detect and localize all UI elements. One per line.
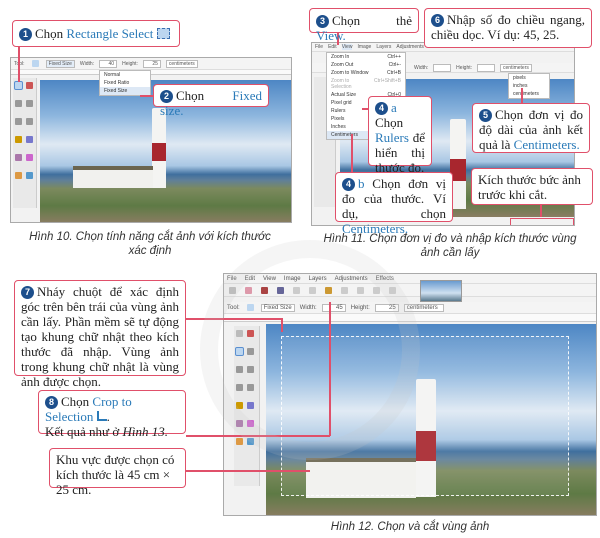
menu-edit[interactable]: Edit bbox=[328, 44, 337, 50]
mode-dropdown[interactable]: Fixed Size bbox=[260, 303, 295, 312]
crop-to-selection-icon[interactable] bbox=[341, 286, 348, 294]
fig10-caption: Hình 10. Chọn tính năng cắt ảnh với kích… bbox=[29, 231, 271, 257]
width-label: Width: bbox=[299, 304, 317, 311]
status-size bbox=[510, 218, 574, 225]
menu-effects[interactable]: Effects bbox=[376, 276, 394, 282]
fig10-screenshot: Tool: Fixed Size Width: 40 Height: 25 ce… bbox=[10, 57, 292, 223]
unit-menu: pixels inches centimeters bbox=[508, 73, 550, 99]
width-input[interactable]: 45 bbox=[321, 303, 346, 312]
callout-6: 6 Nhập số đo chiều ngang, chiều dọc. Ví d… bbox=[424, 8, 592, 48]
callout-4a: 4a Chọn Rulers để hiển thị thước đo. bbox=[368, 96, 432, 175]
fig11-caption: Hình 11. Chọn đơn vị đo và nhập kích thư… bbox=[323, 233, 577, 259]
width-label: Width: bbox=[414, 64, 429, 71]
rectangle-select-icon[interactable] bbox=[246, 304, 254, 311]
height-label: Height: bbox=[456, 64, 473, 71]
menu-item-zoom-window[interactable]: Zoom to Window Ctrl+B bbox=[327, 69, 405, 77]
menu-item-normal[interactable]: Normal bbox=[100, 71, 150, 79]
width-input[interactable] bbox=[433, 63, 452, 72]
tools-panel bbox=[234, 326, 260, 486]
callout-8: 8 Chọn Crop to Selection . Kết quả như ở … bbox=[38, 390, 186, 439]
menu-file[interactable]: File bbox=[227, 276, 237, 282]
width-input[interactable]: 40 bbox=[99, 59, 118, 68]
menu-view[interactable]: View bbox=[341, 44, 353, 50]
height-input[interactable]: 25 bbox=[142, 59, 161, 68]
callout-selected-area: Khu vực được chọn có kích thước là 45 cm… bbox=[49, 448, 186, 497]
unit-dropdown[interactable]: centimeters bbox=[165, 59, 198, 68]
callout-3: 3 Chọn thẻ View. bbox=[309, 8, 419, 43]
menu-image[interactable]: Image bbox=[357, 44, 371, 50]
menu-layers[interactable]: Layers bbox=[376, 44, 391, 50]
menu-adjustments[interactable]: Adjustments bbox=[335, 276, 368, 282]
callout-7: 7 Nháy chuột để xác định góc trên bên trá… bbox=[14, 280, 186, 389]
height-input[interactable]: 25 bbox=[374, 303, 399, 312]
mode-menu: Normal Fixed Ratio Fixed Size bbox=[99, 70, 151, 96]
image-thumbnail[interactable] bbox=[420, 280, 462, 302]
height-label: Height: bbox=[350, 304, 370, 311]
menu-item-fixed-size[interactable]: Fixed Size bbox=[100, 87, 150, 95]
width-label: Width: bbox=[79, 60, 95, 67]
menu-item-fixed-ratio[interactable]: Fixed Ratio bbox=[100, 79, 150, 87]
unit-dropdown[interactable]: centimeters bbox=[403, 303, 444, 312]
crop-to-selection-icon bbox=[96, 411, 107, 421]
fig12-caption: Hình 12. Chọn và cắt vùng ảnh bbox=[330, 521, 490, 533]
unit-dropdown[interactable]: centimeters bbox=[500, 63, 532, 72]
menu-edit[interactable]: Edit bbox=[245, 276, 255, 282]
unit-option[interactable]: pixels bbox=[509, 74, 549, 82]
menu-item-zoom-out[interactable]: Zoom Out Ctrl+- bbox=[327, 61, 405, 69]
tools-panel bbox=[13, 78, 37, 208]
mode-dropdown[interactable]: Fixed Size bbox=[45, 59, 75, 68]
menu-layers[interactable]: Layers bbox=[309, 276, 327, 282]
callout-4b: 4b Chọn đơn vị đo của thước. Ví dụ, chọn… bbox=[335, 172, 453, 236]
unit-option[interactable]: inches bbox=[509, 82, 549, 90]
selection-rectangle[interactable] bbox=[281, 336, 569, 496]
menu-file[interactable]: File bbox=[315, 44, 323, 50]
menu-item-zoom-selection[interactable]: Zoom to Selection Ctrl+Shift+B bbox=[327, 77, 405, 91]
menu-image[interactable]: Image bbox=[284, 276, 301, 282]
callout-1: 1 Chọn Rectangle Select bbox=[12, 20, 180, 47]
menu-view[interactable]: View bbox=[263, 276, 276, 282]
callout-5: 5 Chọn đơn vị đo độ dài của ảnh kết quả l… bbox=[472, 103, 590, 153]
rectangle-select-icon bbox=[156, 28, 170, 39]
fig12-toolbar: Tool: Fixed Size Width: 45 Height: 25 ce… bbox=[224, 302, 596, 314]
lighthouse-photo bbox=[266, 324, 596, 515]
rectangle-select-icon[interactable] bbox=[31, 60, 39, 67]
height-label: Height: bbox=[122, 60, 138, 67]
fig12-menubar: File Edit View Image Layers Adjustments … bbox=[224, 274, 596, 284]
height-input[interactable] bbox=[477, 63, 496, 72]
fig12-screenshot: File Edit View Image Layers Adjustments … bbox=[223, 273, 597, 516]
callout-image-size: Kích thước bức ảnh trước khi cắt. bbox=[471, 168, 593, 205]
menu-adjustments[interactable]: Adjustments bbox=[396, 44, 424, 50]
unit-option[interactable]: centimeters bbox=[509, 90, 549, 98]
callout-2: 2 Chọn Fixed size. bbox=[153, 84, 269, 118]
fig10-toolbar: Tool: Fixed Size Width: 40 Height: 25 ce… bbox=[11, 58, 291, 70]
ruler bbox=[11, 70, 291, 75]
tool-label: Tool: bbox=[227, 304, 240, 311]
fig12-iconbar bbox=[224, 284, 596, 297]
menu-item-zoom-in[interactable]: Zoom In Ctrl++ bbox=[327, 53, 405, 61]
